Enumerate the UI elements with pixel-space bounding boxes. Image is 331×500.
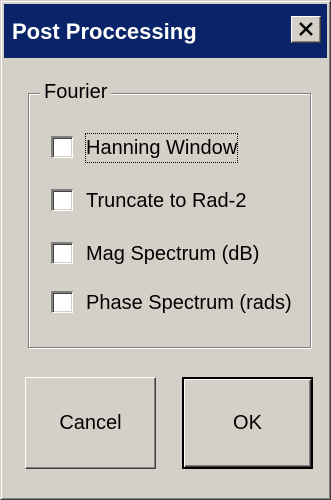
close-icon xyxy=(299,22,313,36)
phase-spectrum-checkbox-box[interactable] xyxy=(51,291,73,313)
fourier-group-label: Fourier xyxy=(40,79,112,105)
close-button[interactable] xyxy=(291,16,321,43)
mag-spectrum-label[interactable]: Mag Spectrum (dB) xyxy=(86,240,259,268)
ok-button[interactable]: OK xyxy=(182,377,313,469)
truncate-rad2-label[interactable]: Truncate to Rad-2 xyxy=(86,187,246,215)
post-processing-dialog: Post Proccessing Fourier Hanning Window … xyxy=(0,0,331,500)
cancel-button[interactable]: Cancel xyxy=(25,377,156,469)
title-bar[interactable]: Post Proccessing xyxy=(4,4,327,58)
hanning-window-label[interactable]: Hanning Window xyxy=(84,133,239,163)
mag-spectrum-checkbox-box[interactable] xyxy=(51,242,73,264)
window-title: Post Proccessing xyxy=(12,19,197,44)
truncate-rad2-checkbox-box[interactable] xyxy=(51,189,73,211)
phase-spectrum-label[interactable]: Phase Spectrum (rads) xyxy=(86,289,292,317)
hanning-window-checkbox-box[interactable] xyxy=(51,136,73,158)
